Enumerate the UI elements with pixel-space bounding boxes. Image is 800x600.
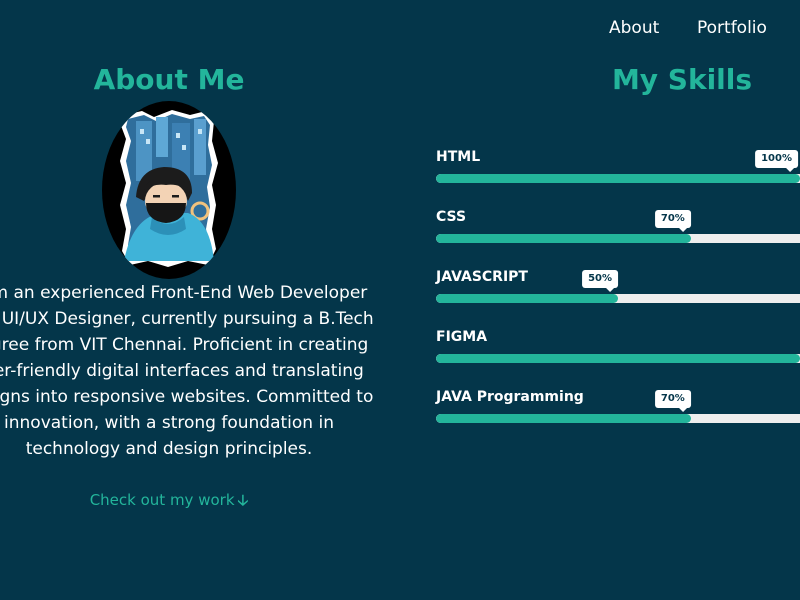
skill-progress-fill <box>436 234 691 243</box>
about-title: About Me <box>93 63 245 96</box>
arrow-down-icon: 🡣 <box>237 491 249 509</box>
skill-percent-badge: 100% <box>755 150 798 172</box>
skill-progress-track <box>436 414 800 423</box>
skill-progress-fill <box>436 174 800 183</box>
skill-progress-track <box>436 174 800 183</box>
skill-css: CSS 70% <box>436 208 800 248</box>
skill-progress-track <box>436 234 800 243</box>
avatar <box>102 101 236 279</box>
skill-progress-fill <box>436 294 618 303</box>
check-out-work-label: Check out my work <box>89 491 235 509</box>
top-nav: About Portfolio <box>0 16 800 42</box>
about-bio: I am an experienced Front-End Web Develo… <box>0 283 374 459</box>
skill-progress-fill <box>436 354 800 363</box>
nav-link-portfolio[interactable]: Portfolio <box>697 16 767 40</box>
skill-percent-badge: 70% <box>654 210 691 232</box>
skill-percent-badge: 70% <box>654 390 691 412</box>
skill-label: HTML <box>436 149 481 165</box>
skill-progress-fill <box>436 414 691 423</box>
avatar-illustration <box>120 110 218 267</box>
skill-progress-track <box>436 354 800 363</box>
skill-label: FIGMA <box>436 329 488 345</box>
skill-progress-track <box>436 294 800 303</box>
portfolio-page: About Portfolio About Me My Skills I am … <box>0 0 800 600</box>
skills-title: My Skills <box>611 63 753 96</box>
skill-javascript: JAVASCRIPT 50% <box>436 268 800 308</box>
skill-figma: FIGMA <box>436 328 800 368</box>
nav-link-about[interactable]: About <box>609 16 659 40</box>
skill-html: HTML 100% <box>436 148 800 188</box>
skill-java-programming: JAVA Programming 70% <box>436 388 800 428</box>
check-out-work-link[interactable]: Check out my work 🡣 <box>0 489 338 511</box>
skill-label: JAVASCRIPT <box>436 269 528 285</box>
skill-label: JAVA Programming <box>436 389 584 405</box>
skill-label: CSS <box>436 209 467 225</box>
skill-percent-badge: 50% <box>582 270 618 292</box>
